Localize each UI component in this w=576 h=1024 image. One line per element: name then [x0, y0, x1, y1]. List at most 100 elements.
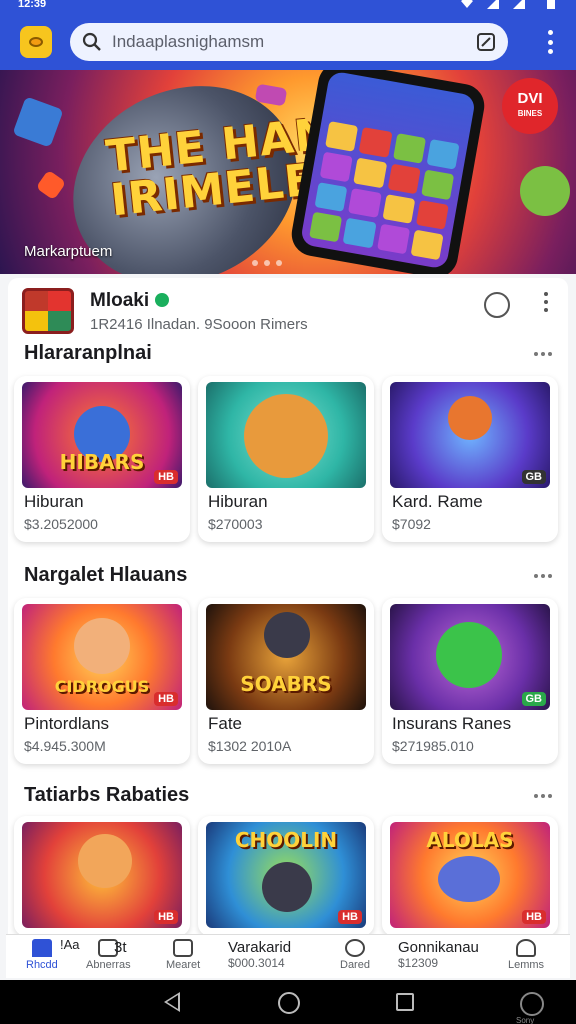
- badge-sub-text: BINES: [517, 109, 543, 118]
- game-card[interactable]: GB Kard. Rame $7092: [382, 376, 558, 542]
- game-price: $1302 2010A: [208, 738, 292, 754]
- history-icon[interactable]: [484, 292, 510, 318]
- home-circle-icon[interactable]: [278, 992, 300, 1014]
- rating-tag: GB: [521, 692, 546, 706]
- game-card[interactable]: CHOOLIN HB: [198, 816, 374, 936]
- banner-badge: DVI BINES: [502, 78, 558, 134]
- search-bar[interactable]: Indaaplasnighamsm: [70, 23, 508, 61]
- signal-icon: [487, 0, 499, 9]
- game-card[interactable]: SOABRS Fate $1302 2010A: [198, 598, 374, 764]
- nav-center-price: $000.3014: [228, 956, 285, 970]
- game-thumbnail: GB: [390, 604, 550, 710]
- search-input[interactable]: Indaaplasnighamsm: [112, 32, 476, 52]
- nav-search[interactable]: Dared: [340, 939, 370, 971]
- game-card[interactable]: Hiburan $270003: [198, 376, 374, 542]
- game-card[interactable]: HIBARS HB Hiburan $3.2052000: [14, 376, 190, 542]
- game-thumbnail: SOABRS: [206, 604, 366, 710]
- nav-account[interactable]: Lemms: [508, 939, 544, 971]
- character-illustration: [264, 612, 310, 658]
- game-card[interactable]: CIDROGUS HB Pintordlans $4.945.300M: [14, 598, 190, 764]
- character-illustration: [78, 834, 132, 888]
- developer-row[interactable]: Mloaki 1R2416 Ilnadan. 9Sooon Rimers: [22, 286, 554, 338]
- thumbnail-label: SOABRS: [240, 672, 332, 696]
- badge-main-text: DVI: [517, 90, 543, 107]
- game-row: HB CHOOLIN HB ALOLAS HB: [14, 816, 570, 936]
- gem-decoration: [35, 169, 67, 201]
- featured-banner[interactable]: THE HANK IRIMELES DVI BINES Markarptuem: [0, 70, 576, 274]
- game-card[interactable]: ALOLAS HB: [382, 816, 558, 936]
- wifi-icon: [461, 0, 473, 8]
- character-illustration: [74, 618, 130, 674]
- status-bar: 12:39: [0, 0, 576, 14]
- game-title: Fate: [208, 714, 243, 733]
- status-time: 12:39: [18, 0, 47, 10]
- character-illustration: [438, 856, 500, 902]
- game-title: Hiburan: [24, 492, 84, 511]
- developer-name-text: Mloaki: [90, 290, 150, 311]
- section-more-icon[interactable]: [534, 574, 552, 578]
- game-thumbnail: HIBARS HB: [22, 382, 182, 488]
- battery-icon: [547, 0, 555, 9]
- nav-search-label: Dared: [340, 959, 370, 971]
- section-more-icon[interactable]: [534, 794, 552, 798]
- developer-name: Mloaki: [90, 290, 170, 312]
- developer-meta: 1R2416 Ilnadan. 9Sooon Rimers: [90, 316, 308, 333]
- nav-news-label: Mearet: [166, 959, 201, 971]
- game-title: Kard. Rame: [392, 492, 483, 511]
- game-title: Insurans Ranes: [392, 714, 512, 733]
- home-icon: [31, 939, 52, 957]
- cube-decoration: [12, 96, 64, 148]
- game-price: $271985.010: [392, 738, 474, 754]
- verified-icon: [155, 293, 170, 307]
- rating-tag: HB: [154, 692, 178, 706]
- nav-games-top-text: !Aa: [60, 937, 80, 952]
- rating-tag: HB: [338, 910, 362, 924]
- news-icon: [173, 939, 194, 957]
- rating-tag: GB: [521, 470, 546, 484]
- nav-center-name: Varakarid: [228, 939, 292, 956]
- game-price: $4.945.300M: [24, 738, 106, 754]
- game-thumbnail: GB: [390, 382, 550, 488]
- nav-news[interactable]: Mearet: [166, 939, 200, 971]
- developer-more-icon[interactable]: [544, 292, 548, 312]
- carousel-indicator[interactable]: [252, 260, 282, 266]
- game-price: $3.2052000: [24, 516, 98, 532]
- nav-right-price: $12309: [398, 956, 439, 970]
- logo-mark-icon: [29, 37, 43, 47]
- recents-icon[interactable]: [396, 993, 414, 1011]
- section-more-icon[interactable]: [534, 352, 552, 356]
- nav-games[interactable]: !Aa 3t Abnerras: [60, 937, 131, 971]
- game-card[interactable]: HB: [14, 816, 190, 936]
- game-title: Pintordlans: [24, 714, 110, 733]
- section-title: Nargalet Hlauans: [24, 564, 188, 586]
- main-content: Mloaki 1R2416 Ilnadan. 9Sooon Rimers Hla…: [8, 278, 568, 938]
- character-illustration: [436, 622, 502, 688]
- game-thumbnail: CIDROGUS HB: [22, 604, 182, 710]
- game-row: CIDROGUS HB Pintordlans $4.945.300M SOAB…: [14, 598, 570, 764]
- nav-account-label: Lemms: [508, 959, 545, 971]
- assistant-icon[interactable]: [520, 992, 544, 1016]
- game-thumbnail: CHOOLIN HB: [206, 822, 366, 928]
- game-card[interactable]: GB Insurans Ranes $271985.010: [382, 598, 558, 764]
- overflow-menu-icon[interactable]: [546, 30, 554, 54]
- back-icon[interactable]: [164, 992, 180, 1012]
- thumbnail-label: CHOOLIN: [234, 828, 338, 852]
- phone-screen: [299, 70, 477, 270]
- game-price: $270003: [208, 516, 263, 532]
- nav-right-item[interactable]: Gonnikanau $12309: [398, 939, 479, 970]
- nav-games-label: Abnerras: [86, 959, 131, 971]
- banner-caption: Markarptuem: [24, 243, 113, 260]
- game-thumbnail: [206, 382, 366, 488]
- search-icon: [82, 32, 101, 51]
- rating-tag: HB: [522, 910, 546, 924]
- bottom-navigation: Rhcdd !Aa 3t Abnerras Mearet Varakarid $…: [6, 934, 570, 978]
- nav-center-item[interactable]: Varakarid $000.3014: [228, 939, 291, 970]
- game-thumbnail: ALOLAS HB: [390, 822, 550, 928]
- rating-tag: HB: [154, 470, 178, 484]
- phone-illustration: [288, 70, 488, 274]
- app-logo[interactable]: [20, 26, 52, 58]
- character-illustration: [244, 394, 328, 478]
- lens-icon[interactable]: [476, 32, 496, 52]
- nav-home[interactable]: Rhcdd: [26, 939, 58, 971]
- nav-home-label: Rhcdd: [26, 959, 58, 971]
